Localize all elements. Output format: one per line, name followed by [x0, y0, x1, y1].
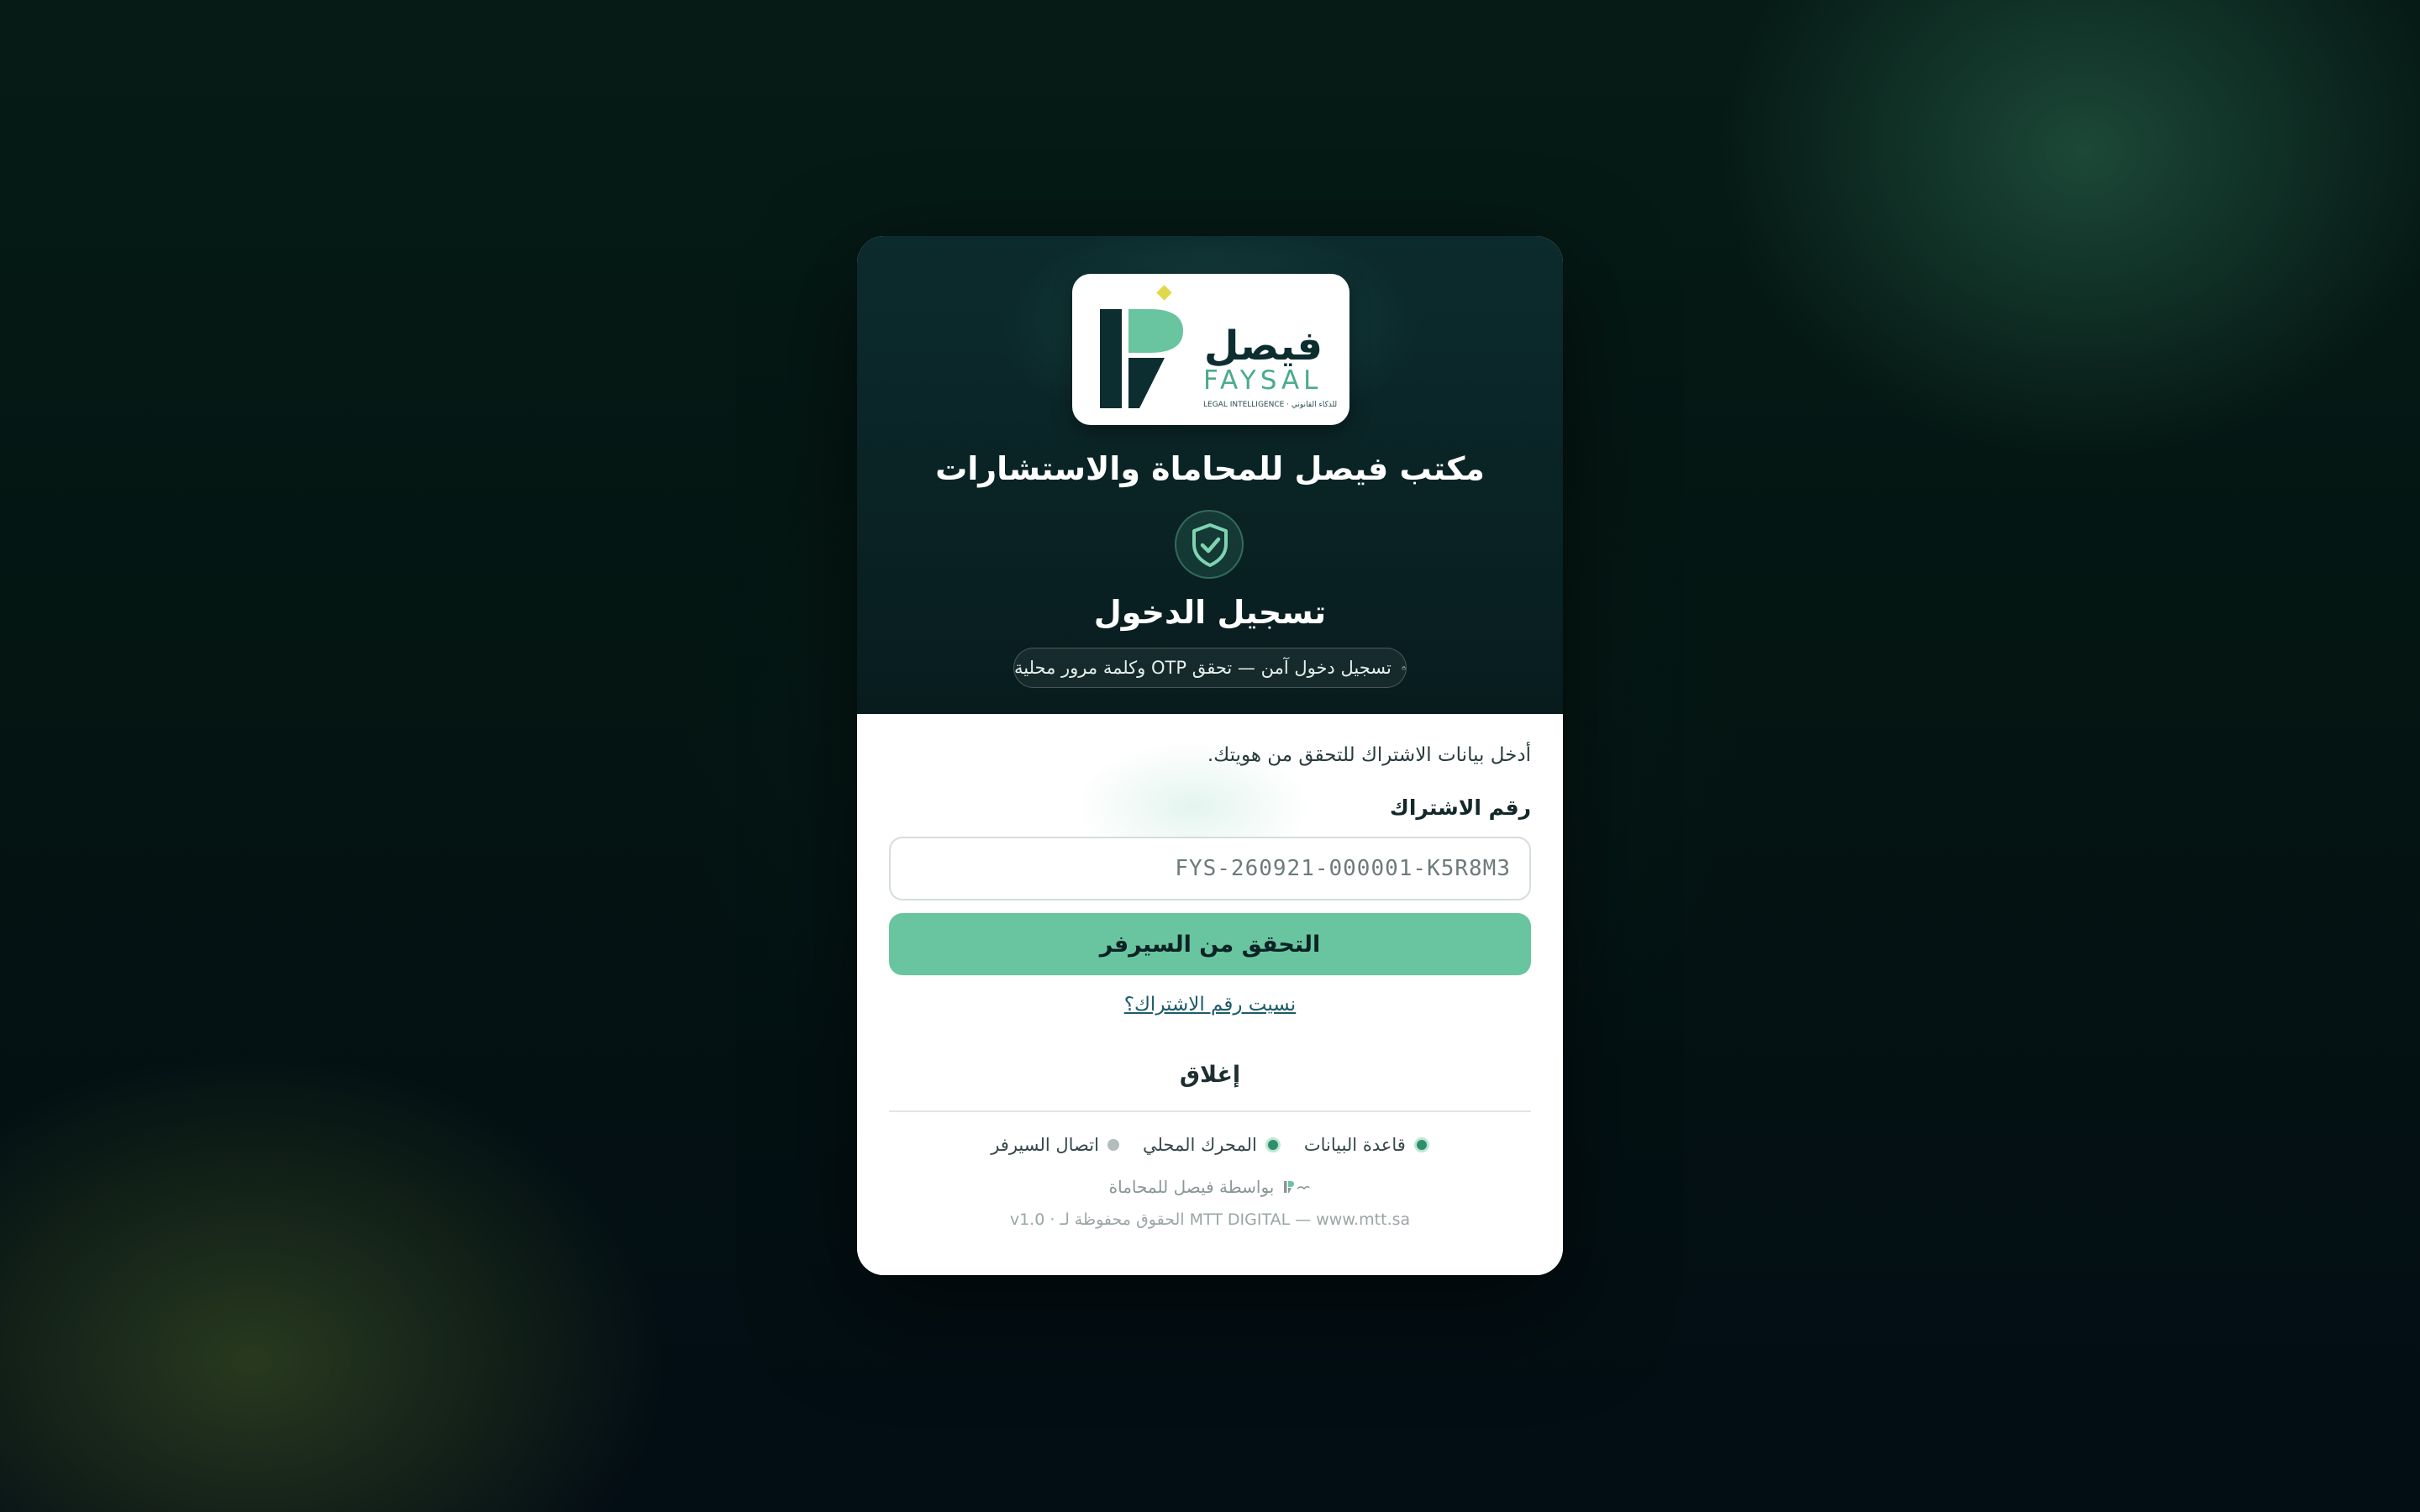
office-name: مكتب فيصل للمحاماة والاستشارات: [935, 450, 1485, 487]
powered-by-text: بواسطة فيصل للمحاماة: [1108, 1177, 1275, 1197]
forgot-subscription-link[interactable]: نسيت رقم الاشتراك؟: [857, 994, 1563, 1016]
status-label: المحرك المحلي: [1142, 1135, 1257, 1155]
intro-text: أدخل بيانات الاشتراك للتحقق من هويتك.: [1207, 744, 1531, 766]
powered-by: بواسطة فيصل للمحاماة: [857, 1173, 1563, 1201]
card-body: أدخل بيانات الاشتراك للتحقق من هويتك. رق…: [857, 714, 1563, 1275]
lock-icon: [1402, 665, 1406, 670]
status-server-connection: اتصال السيرفر: [991, 1135, 1119, 1155]
status-off-icon: [1107, 1139, 1119, 1151]
status-label: قاعدة البيانات: [1303, 1135, 1406, 1155]
card-header: فيصل FAYSAL LEGAL INTELLIGENCE · للذكاء …: [857, 236, 1563, 714]
login-card: فيصل FAYSAL LEGAL INTELLIGENCE · للذكاء …: [857, 236, 1563, 1275]
subscription-label: رقم الاشتراك: [1389, 795, 1531, 820]
secure-login-text: تسجيل دخول آمن — تحقق OTP وكلمة مرور محل…: [1014, 658, 1392, 678]
status-database: قاعدة البيانات: [1304, 1135, 1429, 1155]
shield-badge: [1175, 510, 1244, 579]
status-row: قاعدة البيانات المحرك المحلي اتصال السير…: [857, 1131, 1563, 1159]
status-local-engine: المحرك المحلي: [1143, 1135, 1281, 1155]
close-button[interactable]: إغلاق: [1168, 1053, 1252, 1095]
faysal-mini-logo-icon: [1284, 1181, 1311, 1193]
subscription-input[interactable]: [889, 837, 1531, 900]
verify-server-button[interactable]: التحقق من السيرفر: [889, 913, 1531, 975]
status-label: اتصال السيرفر: [991, 1135, 1099, 1155]
logo-tagline: LEGAL INTELLIGENCE · للذكاء القانوني: [1203, 401, 1338, 409]
shield-check-icon: [1192, 523, 1228, 567]
status-ok-icon: [1413, 1137, 1429, 1152]
logo-latin-name: FAYSAL: [1203, 365, 1323, 396]
status-ok-icon: [1265, 1137, 1281, 1152]
footer-divider: [889, 1110, 1531, 1112]
secure-login-badge: تسجيل دخول آمن — تحقق OTP وكلمة مرور محل…: [1013, 648, 1407, 688]
copyright-text: MTT DIGITAL — www.mtt.sa الحقوق محفوظة ل…: [1009, 1210, 1411, 1229]
login-title: تسجيل الدخول: [1093, 594, 1327, 631]
brand-logo: فيصل FAYSAL LEGAL INTELLIGENCE · للذكاء …: [1072, 274, 1349, 425]
logo-arabic-name: فيصل: [1203, 323, 1323, 370]
